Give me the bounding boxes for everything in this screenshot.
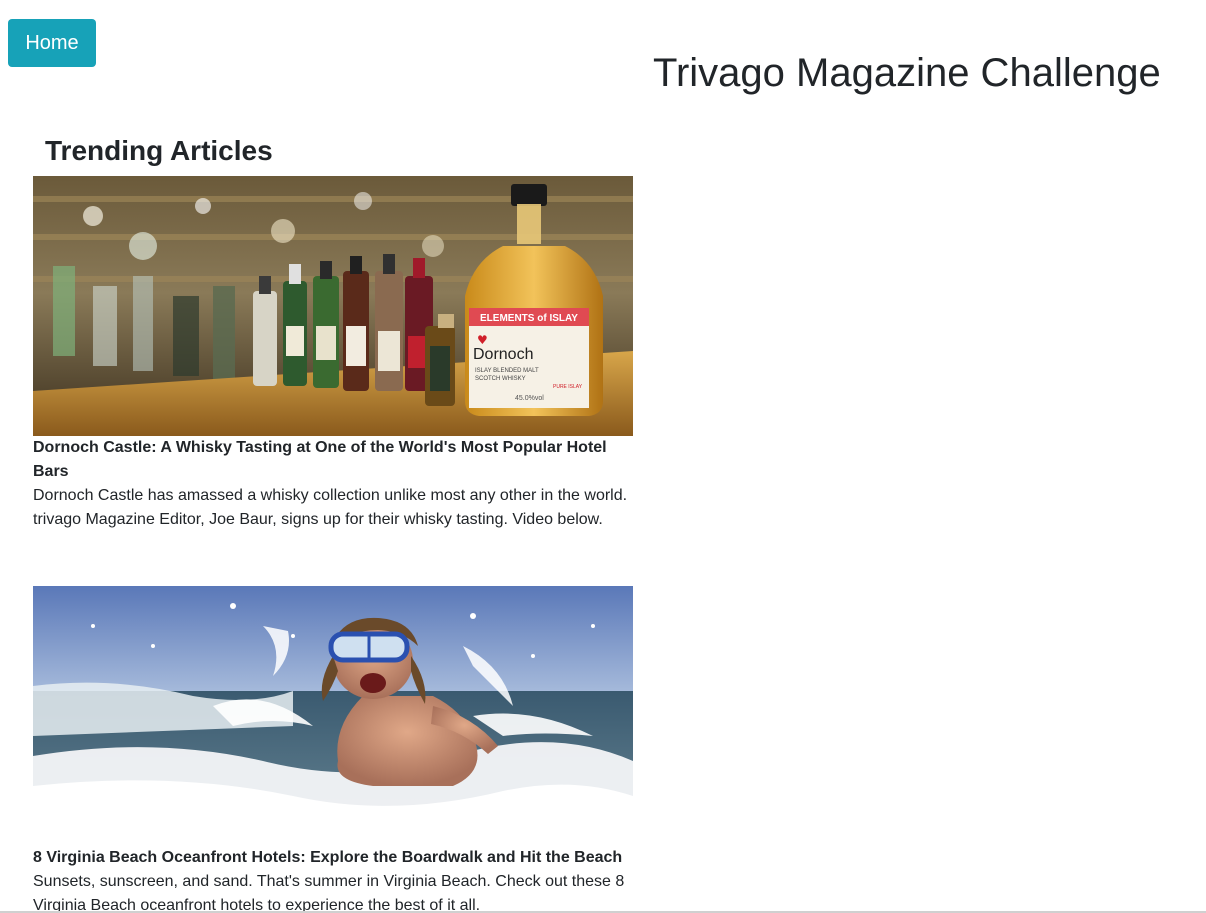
article-card[interactable]: 8 Virginia Beach Oceanfront Hotels: Expl… bbox=[33, 586, 633, 913]
bottle-stamp-text: PURE ISLAY bbox=[553, 384, 583, 390]
article-image[interactable]: ELEMENTS of ISLAY ♥ Dornoch ISLAY BLENDE… bbox=[33, 176, 633, 436]
article-title[interactable]: Dornoch Castle: A Whisky Tasting at One … bbox=[33, 436, 633, 484]
page: Home Trivago Magazine Challenge Trending… bbox=[0, 0, 1206, 913]
article-image[interactable] bbox=[33, 586, 633, 846]
bottle-abv-text: 45.0%vol bbox=[515, 395, 544, 402]
article-title[interactable]: 8 Virginia Beach Oceanfront Hotels: Expl… bbox=[33, 846, 633, 870]
bottle-line1-text: ISLAY BLENDED MALT bbox=[475, 368, 539, 374]
bottle-name-text: Dornoch bbox=[473, 346, 533, 363]
article-description: Sunsets, sunscreen, and sand. That's sum… bbox=[33, 873, 625, 913]
bottle-line2-text: SCOTCH WHISKY bbox=[475, 376, 526, 382]
article-description: Dornoch Castle has amassed a whisky coll… bbox=[33, 487, 628, 528]
page-title: Trivago Magazine Challenge bbox=[653, 51, 1161, 95]
section-title: Trending Articles bbox=[45, 135, 273, 166]
article-card[interactable]: ELEMENTS of ISLAY ♥ Dornoch ISLAY BLENDE… bbox=[33, 176, 633, 532]
bottle-brand-text: ELEMENTS of ISLAY bbox=[480, 313, 578, 324]
home-button[interactable]: Home bbox=[8, 19, 96, 67]
bottle-heart-text: ♥ bbox=[477, 333, 488, 347]
